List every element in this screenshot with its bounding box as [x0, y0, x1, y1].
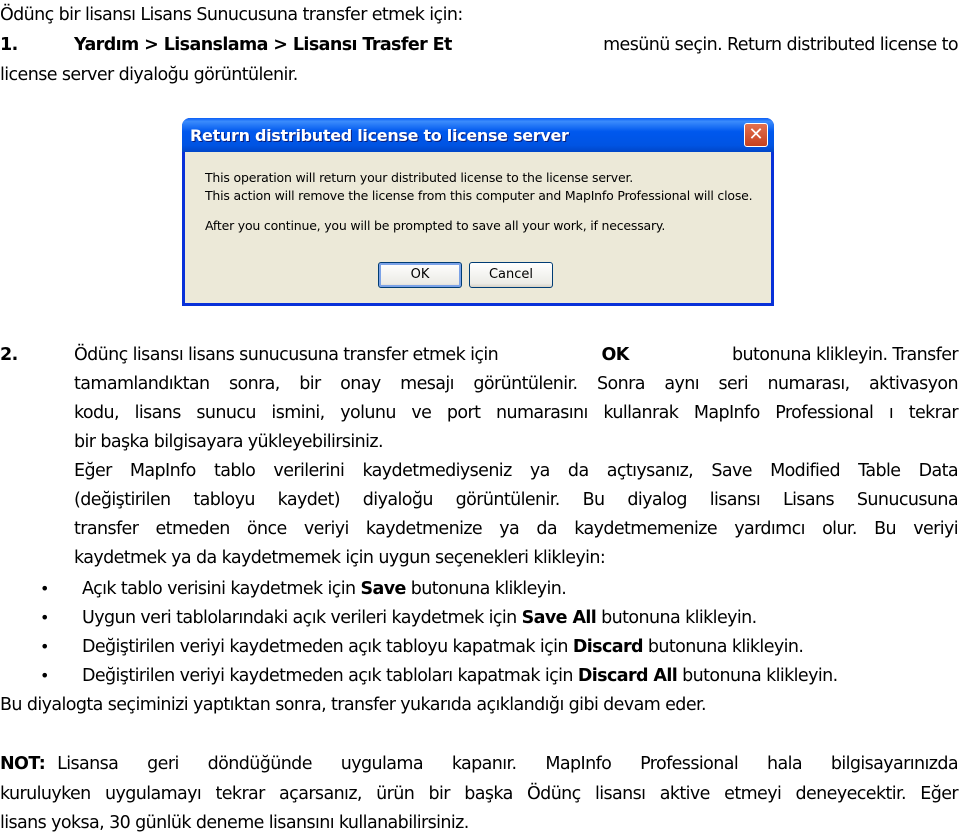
step2-line1: Ödünç lisansı lisans sunucusuna transfer… — [74, 344, 959, 366]
after-bullets-text: Bu diyalogta seçiminizi yaptıktan sonra,… — [0, 695, 707, 715]
step2-line5: Eğer MapInfo tablo verilerini kaydetmedi… — [74, 461, 959, 481]
ok-button[interactable]: OK — [378, 262, 462, 288]
note-label: NOT: — [0, 754, 46, 774]
step2-number: 2. — [0, 345, 18, 365]
step1-menu-path: Yardım > Lisanslama > Lisansı Trasfer Et — [74, 35, 452, 55]
intro-text: Ödünç bir lisansı Lisans Sunucusuna tran… — [0, 5, 463, 25]
list-item: Açık tablo verisini kaydetmek için Save … — [82, 579, 567, 599]
step1-line2: license server diyaloğu görüntülenir. — [0, 65, 298, 85]
step2-line7: transfer etmeden önce veriyi kaydetmeniz… — [74, 519, 959, 539]
step2-line6: (değiştirilen tabloyu kaydet) diyaloğu g… — [74, 490, 959, 510]
list-item: Değiştirilen veriyi kaydetmeden açık tab… — [82, 666, 838, 686]
note-line1: NOT: Lisansa geri döndüğünde uygulama ka… — [0, 754, 959, 774]
dialog-message-1: This operation will return your distribu… — [205, 170, 634, 185]
dialog-message-2: This action will remove the license from… — [205, 188, 753, 203]
note-line2: kuruluyken uygulamayı tekrar açarsanız, … — [0, 784, 959, 804]
bullet-icon: • — [40, 579, 50, 598]
step2-line1-b: butonuna klikleyin. Transfer — [732, 345, 959, 365]
step2-line1-a: Ödünç lisansı lisans sunucusuna transfer… — [74, 345, 499, 365]
step1-rest: mesünü seçin. Return distributed license… — [603, 35, 959, 55]
list-item: Uygun veri tablolarındaki açık verileri … — [82, 608, 757, 628]
list-item: Değiştirilen veriyi kaydetmeden açık tab… — [82, 637, 804, 657]
return-license-dialog: Return distributed license to license se… — [182, 118, 774, 306]
step1-line1: 1. Yardım > Lisanslama > Lisansı Trasfer… — [0, 34, 959, 56]
cancel-button[interactable]: Cancel — [469, 262, 553, 288]
dialog-titlebar: Return distributed license to license se… — [182, 118, 774, 152]
step2-line4: bir başka bilgisayara yükleyebilirsiniz. — [74, 432, 384, 452]
bullet-icon: • — [40, 666, 50, 685]
bullet-icon: • — [40, 608, 50, 627]
step2-ok-bold: OK — [601, 345, 629, 365]
step1-number: 1. — [0, 35, 18, 55]
dialog-title: Return distributed license to license se… — [190, 126, 569, 145]
step2-line3: kodu, lisans sunucu ismini, yolunu ve po… — [74, 403, 959, 423]
dialog-message-3: After you continue, you will be prompted… — [205, 218, 666, 233]
step2-line8: kaydetmek ya da kaydetmemek için uygun s… — [74, 548, 606, 568]
step2-line2: tamamlandıktan sonra, bir onay mesajı gö… — [74, 374, 959, 394]
note-line3: lisans yoksa, 30 günlük deneme lisansını… — [0, 813, 469, 833]
bullet-icon: • — [40, 637, 50, 656]
close-icon[interactable]: ✕ — [744, 123, 768, 147]
